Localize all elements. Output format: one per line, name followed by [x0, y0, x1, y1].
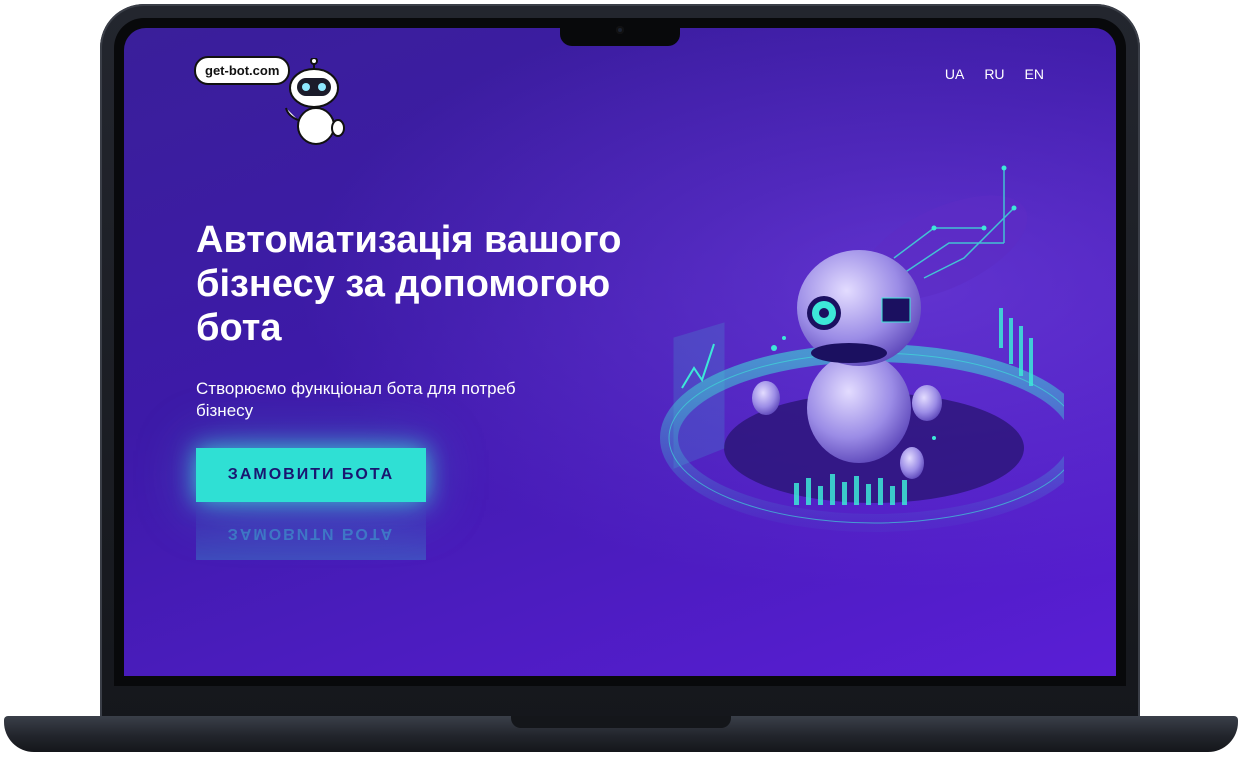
button-reflection: ЗАМОВИТИ БОТА [196, 506, 426, 560]
lang-en[interactable]: EN [1025, 66, 1044, 82]
hero-subtitle: Створюємо функціонал бота для потреб біз… [196, 379, 516, 420]
screen-bezel: get-bot.com UA RU EN Автоматизація вашог… [114, 18, 1126, 686]
camera-icon [616, 26, 624, 34]
lang-ru[interactable]: RU [984, 66, 1004, 82]
robot-icon [285, 58, 345, 145]
laptop-base [4, 716, 1238, 752]
camera-notch [560, 18, 680, 46]
order-bot-button[interactable]: ЗАМОВИТИ БОТА [196, 448, 426, 502]
laptop-lid: get-bot.com UA RU EN Автоматизація вашог… [100, 4, 1140, 724]
logo-text: get-bot.com [194, 56, 291, 85]
site-logo[interactable]: get-bot.com [194, 44, 364, 154]
hero-title: Автоматизація вашого бізнесу за допомого… [196, 219, 622, 349]
website-screen: get-bot.com UA RU EN Автоматизація вашог… [124, 28, 1116, 676]
lang-ua[interactable]: UA [945, 66, 964, 82]
base-notch [511, 716, 731, 728]
language-switcher: UA RU EN [945, 66, 1044, 82]
robot-illustration [660, 165, 1064, 532]
